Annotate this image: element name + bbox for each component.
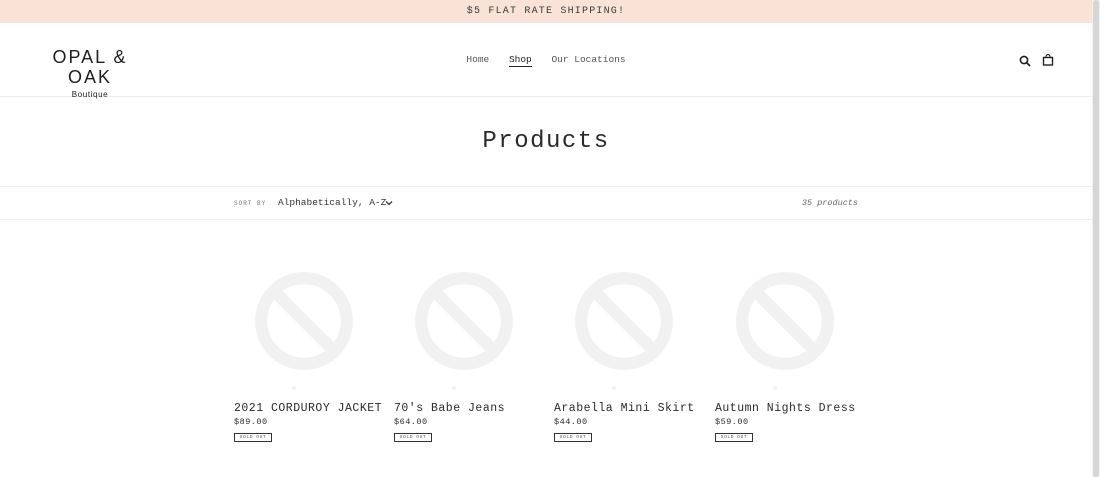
nav-shop[interactable]: Shop <box>508 54 532 67</box>
filter-bar: SORT BY Alphabetically, A-Z 35 products <box>0 186 1092 220</box>
image-dot <box>452 386 456 390</box>
announcement-text: $5 FLAT RATE SHIPPING! <box>466 6 626 17</box>
product-name[interactable]: 2021 CORDUROY JACKET <box>234 402 382 415</box>
image-dot <box>612 386 616 390</box>
nav-home[interactable]: Home <box>466 54 489 65</box>
product-price: $44.00 <box>554 417 588 427</box>
sold-out-badge: SOLD OUT <box>554 433 592 442</box>
product-count: 35 products <box>801 198 858 208</box>
sold-out-badge: SOLD OUT <box>715 433 753 442</box>
cart-icon[interactable] <box>1042 54 1054 66</box>
sold-out-badge: SOLD OUT <box>394 433 432 442</box>
image-dot <box>773 386 777 390</box>
scrollbar-thumb[interactable] <box>1093 0 1099 477</box>
sold-out-badge: SOLD OUT <box>234 433 272 442</box>
image-placeholder-icon[interactable] <box>413 270 515 372</box>
image-dot <box>292 386 296 390</box>
site-header: OPAL & OAK Boutique Home Shop Our Locati… <box>0 23 1092 99</box>
logo-main: OPAL & OAK <box>52 47 128 87</box>
image-placeholder-icon[interactable] <box>573 270 675 372</box>
search-icon[interactable] <box>1019 55 1031 67</box>
sort-label: SORT BY <box>234 200 267 207</box>
logo-sub: Boutique <box>71 90 109 99</box>
nav-our-locations[interactable]: Our Locations <box>551 54 625 65</box>
product-price: $64.00 <box>394 417 428 427</box>
page-title: Products <box>482 128 610 155</box>
main-nav: Home Shop Our Locations <box>0 54 1092 67</box>
product-name[interactable]: 70's Babe Jeans <box>394 402 505 415</box>
product-name[interactable]: Autumn Nights Dress <box>715 402 856 415</box>
product-price: $59.00 <box>715 417 749 427</box>
chevron-down-icon[interactable] <box>385 199 393 207</box>
image-placeholder-icon[interactable] <box>734 270 836 372</box>
product-price: $89.00 <box>234 417 268 427</box>
announcement-bar: $5 FLAT RATE SHIPPING! <box>0 0 1092 23</box>
product-name[interactable]: Arabella Mini Skirt <box>554 402 695 415</box>
image-placeholder-icon[interactable] <box>253 270 355 372</box>
scrollbar-track[interactable] <box>1092 0 1100 477</box>
sort-select[interactable]: Alphabetically, A-Z <box>278 197 386 208</box>
